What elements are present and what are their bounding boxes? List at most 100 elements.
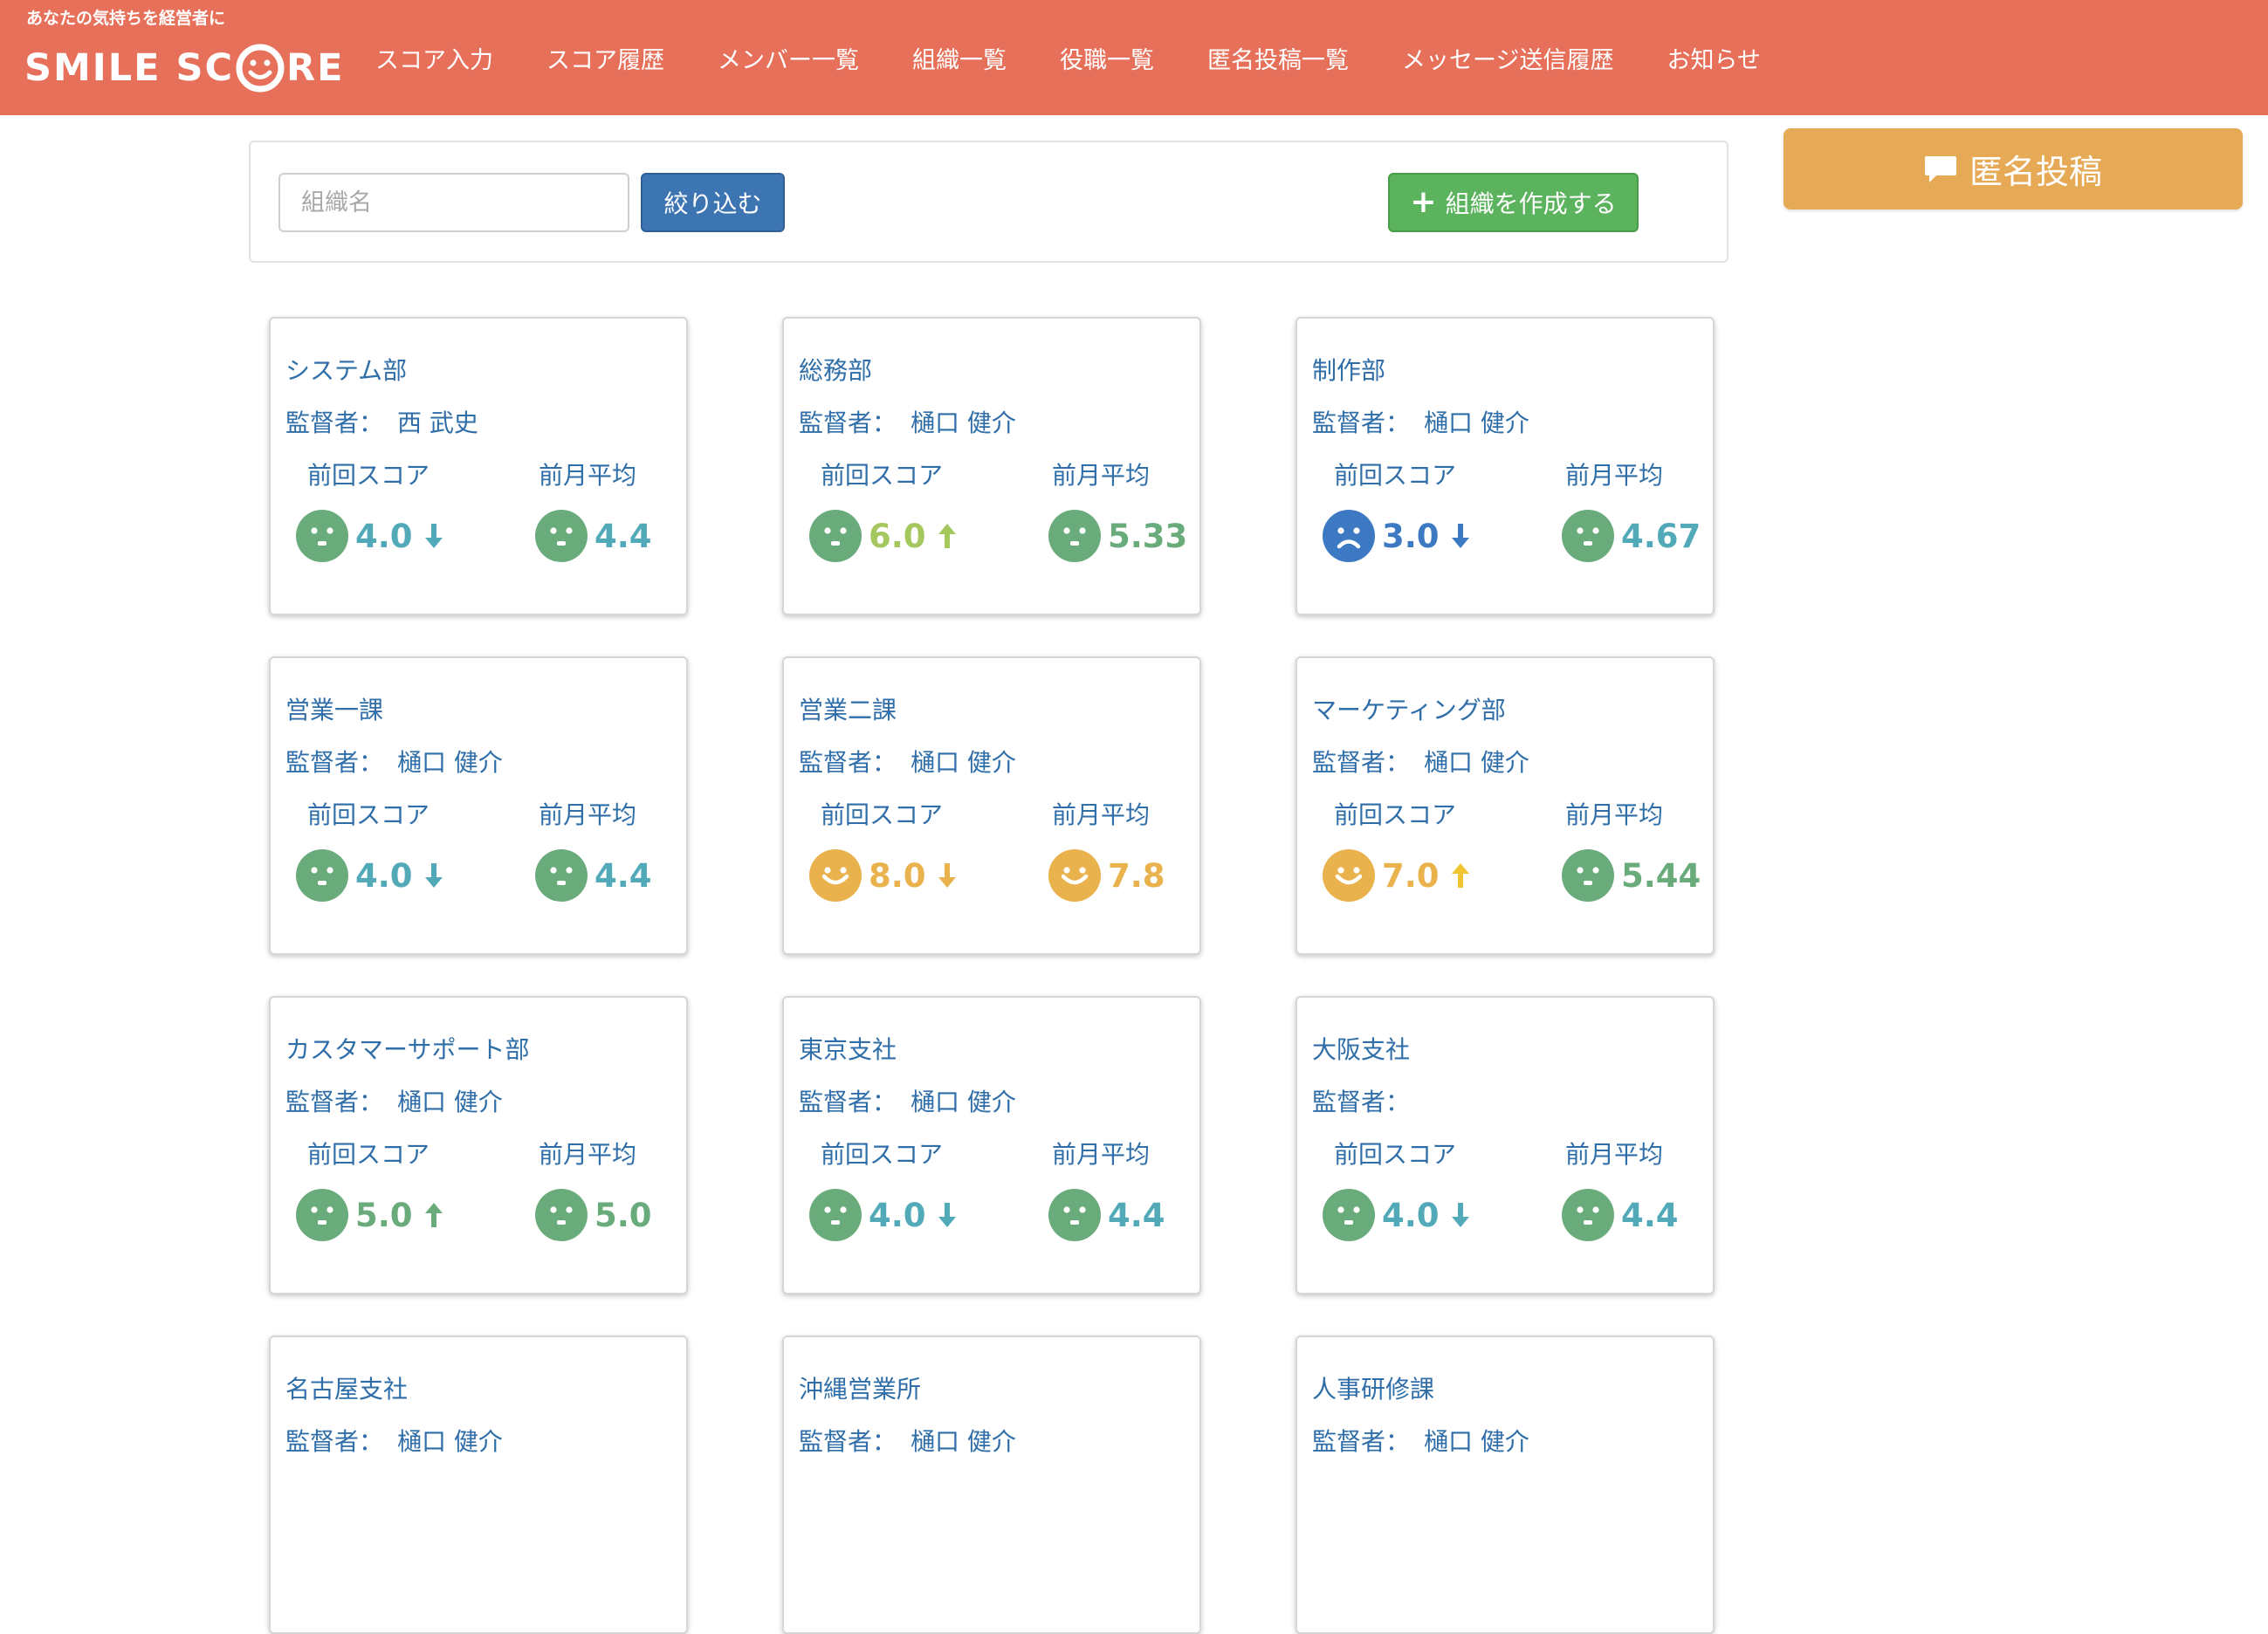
last-score: 6.0 [809,509,958,563]
last-month-avg-label: 前月平均 [539,800,637,829]
last-month-avg-label: 前月平均 [1565,1140,1664,1169]
logo-text-start: SMILE SC [24,46,235,90]
arrow-down-icon [1451,1203,1469,1227]
supervisor-name: 樋口 健介 [1424,1427,1529,1456]
org-name: 沖縄営業所 [799,1375,922,1404]
nav-organizations[interactable]: 組織一覧 [912,41,1007,75]
arrow-down-icon [424,524,443,548]
tagline: あなたの気持ちを経営者に [26,9,226,28]
org-card[interactable]: 制作部 監督者： 樋口 健介 前回スコア 前月平均 3.0 4.67 [1296,317,1715,615]
supervisor-label: 監督者： [799,748,897,777]
org-card[interactable]: 営業二課 監督者： 樋口 健介 前回スコア 前月平均 8.0 7.8 [782,656,1201,955]
arrow-up-icon [1451,863,1469,888]
org-card[interactable]: 東京支社 監督者： 樋口 健介 前回スコア 前月平均 4.0 4.4 [782,996,1201,1294]
last-score-label: 前回スコア [307,800,430,829]
last-month-avg: 4.4 [1048,1188,1165,1242]
nav-message-history[interactable]: メッセージ送信履歴 [1402,41,1613,75]
last-score-label: 前回スコア [1334,800,1457,829]
org-card[interactable]: マーケティング部 監督者： 樋口 健介 前回スコア 前月平均 7.0 5.44 [1296,656,1715,955]
last-score: 8.0 [809,848,958,903]
last-month-avg-label: 前月平均 [539,461,637,490]
top-header: あなたの気持ちを経営者に SMILE SC RE スコア入力 スコア履歴 メンバ… [0,0,2268,115]
org-card[interactable]: 総務部 監督者： 樋口 健介 前回スコア 前月平均 6.0 5.33 [782,317,1201,615]
neutral-face-icon [1562,849,1614,902]
happy-face-icon [809,849,862,902]
org-name: 営業二課 [799,696,897,724]
org-card[interactable]: 名古屋支社 監督者： 樋口 健介 [269,1335,688,1634]
org-name-input[interactable] [278,173,629,232]
last-score-label: 前回スコア [821,461,944,490]
org-card[interactable]: カスタマーサポート部 監督者： 樋口 健介 前回スコア 前月平均 5.0 5.0 [269,996,688,1294]
neutral-face-icon [1048,1189,1101,1241]
org-card[interactable]: 営業一課監督者： 樋口 健介前回スコア 前月平均 4.0 4.4 [269,656,688,955]
last-month-avg: 4.4 [1562,1188,1679,1242]
nav-notices[interactable]: お知らせ [1667,41,1760,75]
org-name: 総務部 [799,356,873,385]
last-score-label: 前回スコア [821,1140,944,1169]
supervisor-row: 監督者： 樋口 健介 [1312,404,1529,439]
nav-score-history[interactable]: スコア履歴 [546,41,664,75]
last-month-avg-value: 4.67 [1621,517,1701,555]
nav-anonymous-posts[interactable]: 匿名投稿一覧 [1207,41,1349,75]
neutral-face-icon [809,1189,862,1241]
org-name: 営業一課 [285,696,384,724]
create-org-button[interactable]: + 組織を作成する [1388,173,1639,232]
last-score-value: 3.0 [1382,517,1440,555]
last-score-label: 前回スコア [307,1140,430,1169]
neutral-face-icon [1562,1189,1614,1241]
last-month-avg-value: 4.4 [594,856,652,895]
org-name: 東京支社 [799,1035,897,1064]
org-name: 制作部 [1312,356,1386,385]
supervisor-name: 樋口 健介 [911,748,1016,777]
nav-positions[interactable]: 役職一覧 [1060,41,1154,75]
anonymous-post-label: 匿名投稿 [1969,153,2102,191]
neutral-face-icon [1562,510,1614,562]
last-score-value: 8.0 [869,856,926,895]
happy-face-icon [1048,849,1101,902]
neutral-face-icon [296,849,348,902]
last-score: 4.0 [296,509,444,563]
last-score-label: 前回スコア [1334,461,1457,490]
nav-members[interactable]: メンバー一覧 [718,41,859,75]
supervisor-row: 監督者： 樋口 健介 [285,744,503,779]
last-score-label: 前回スコア [821,800,944,829]
filter-button[interactable]: 絞り込む [641,173,785,232]
arrow-down-icon [938,863,956,888]
last-month-avg-label: 前月平均 [1052,1140,1151,1169]
neutral-face-icon [535,510,588,562]
last-score-label: 前回スコア [307,461,430,490]
supervisor-row: 監督者： 樋口 健介 [285,1423,503,1458]
last-score-value: 5.0 [355,1196,413,1234]
last-month-avg-value: 5.44 [1621,856,1701,895]
supervisor-name: 西 武史 [397,408,478,437]
filter-panel: 絞り込む + 組織を作成する [249,141,1728,263]
nav-score-input[interactable]: スコア入力 [375,41,493,75]
last-score-label: 前回スコア [1334,1140,1457,1169]
org-card[interactable]: 人事研修課 監督者： 樋口 健介 [1296,1335,1715,1634]
last-score-value: 6.0 [869,517,926,555]
org-card[interactable]: 沖縄営業所 監督者： 樋口 健介 [782,1335,1201,1634]
arrow-down-icon [424,863,443,888]
neutral-face-icon [809,510,862,562]
org-name: システム部 [285,356,408,385]
supervisor-name: 樋口 健介 [397,1427,503,1456]
org-card[interactable]: システム部 監督者： 西 武史 前回スコア 前月平均 4.0 4.4 [269,317,688,615]
supervisor-label: 監督者： [799,408,897,437]
supervisor-row: 監督者： 樋口 健介 [285,1083,503,1118]
org-card[interactable]: 大阪支社 監督者： 前回スコア 前月平均 4.0 4.4 [1296,996,1715,1294]
arrow-down-icon [1451,524,1469,548]
main-nav: スコア入力 スコア履歴 メンバー一覧 組織一覧 役職一覧 匿名投稿一覧 メッセー… [375,0,1814,115]
supervisor-name: 樋口 健介 [911,1427,1016,1456]
anonymous-post-button[interactable]: 匿名投稿 [1783,128,2243,209]
last-month-avg-value: 7.8 [1108,856,1165,895]
org-name: 大阪支社 [1312,1035,1411,1064]
arrow-down-icon [938,1203,956,1227]
last-score-value: 7.0 [1382,856,1440,895]
last-score-value: 4.0 [355,856,413,895]
last-month-avg-label: 前月平均 [1052,461,1151,490]
arrow-up-icon [938,524,956,548]
logo[interactable]: SMILE SC RE [24,42,345,94]
supervisor-row: 監督者： 樋口 健介 [1312,744,1529,779]
create-org-label: 組織を作成する [1445,189,1617,218]
org-name: 人事研修課 [1312,1375,1435,1404]
